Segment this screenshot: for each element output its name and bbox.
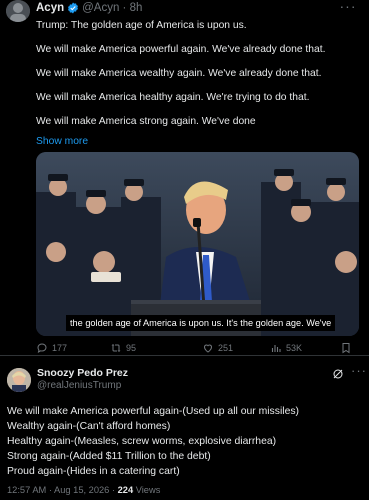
quoted-text-line: We will make America strong again. We've…: [36, 116, 256, 127]
views-count: 53K: [286, 343, 303, 353]
quoted-author-avatar[interactable]: [6, 0, 30, 22]
views-label: Views: [133, 485, 161, 495]
reply-button[interactable]: 177: [36, 342, 92, 354]
like-count: 251: [218, 343, 234, 353]
views-button[interactable]: 53K: [270, 342, 330, 354]
reply-post-meta: 12:57 AM · Aug 15, 2026 · 224 Views: [7, 485, 160, 495]
repost-count: 95: [126, 343, 137, 353]
repost-button[interactable]: 95: [110, 342, 202, 354]
repost-icon: [111, 344, 121, 352]
quoted-text-line: [36, 56, 361, 68]
reply-icon: [37, 343, 47, 354]
views-icon: [271, 345, 281, 352]
like-icon: [203, 344, 213, 353]
quoted-author-handle[interactable]: @Acyn · 8h: [82, 1, 142, 15]
bookmark-button[interactable]: [340, 342, 352, 354]
reply-count: 177: [52, 343, 68, 353]
video-subtitle: the golden age of America is upon us. It…: [66, 315, 336, 331]
show-more-link[interactable]: Show more: [36, 136, 88, 147]
views-total: 224: [117, 485, 134, 495]
quoted-post[interactable]: Acyn @Acyn · 8h ··· Trump: The golden ag…: [0, 0, 369, 356]
reply-text-line: We will make America powerful again-(Use…: [7, 406, 300, 417]
quoted-author-name[interactable]: Acyn: [36, 1, 64, 15]
quoted-text-line: [36, 80, 361, 92]
quoted-text-line: [36, 104, 361, 116]
quoted-text-line: We will make America powerful again. We'…: [36, 44, 326, 55]
more-icon[interactable]: ···: [337, 0, 359, 16]
video-player[interactable]: the golden age of America is upon us. It…: [36, 152, 359, 336]
reply-text-line: Wealthy again-(Can't afford homes): [7, 421, 171, 432]
reply-author-avatar[interactable]: [7, 368, 31, 392]
reply-author-handle[interactable]: @realJeniusTrump: [37, 380, 121, 391]
reply-post-text: We will make America powerful again-(Use…: [7, 404, 363, 479]
verified-badge-icon: [68, 2, 79, 14]
quoted-text-line: We will make America wealthy again. We'v…: [36, 68, 322, 79]
like-button[interactable]: 251: [202, 342, 256, 354]
quoted-text-line: Trump: The golden age of America is upon…: [36, 20, 247, 31]
reply-author-name[interactable]: Snoozy Pedo Prez: [37, 367, 128, 379]
reply-text-line: Healthy again-(Measles, screw worms, exp…: [7, 436, 277, 447]
reply-text-line: Proud again-(Hides in a catering cart): [7, 466, 180, 477]
quoted-text-line: We will make America healthy again. We'r…: [36, 92, 310, 103]
more-icon[interactable]: ···: [351, 364, 366, 378]
quoted-post-actions: 177 95 251 53K: [36, 341, 361, 355]
video-frame: [36, 152, 359, 336]
grok-icon[interactable]: [332, 368, 344, 380]
post-timestamp[interactable]: 12:57 AM · Aug 15, 2026 ·: [7, 485, 118, 495]
bookmark-icon: [342, 343, 350, 354]
quoted-post-text: Trump: The golden age of America is upon…: [36, 20, 361, 128]
quoted-text-line: [36, 32, 361, 44]
reply-text-line: Strong again-(Added $11 Trillion to the …: [7, 451, 211, 462]
